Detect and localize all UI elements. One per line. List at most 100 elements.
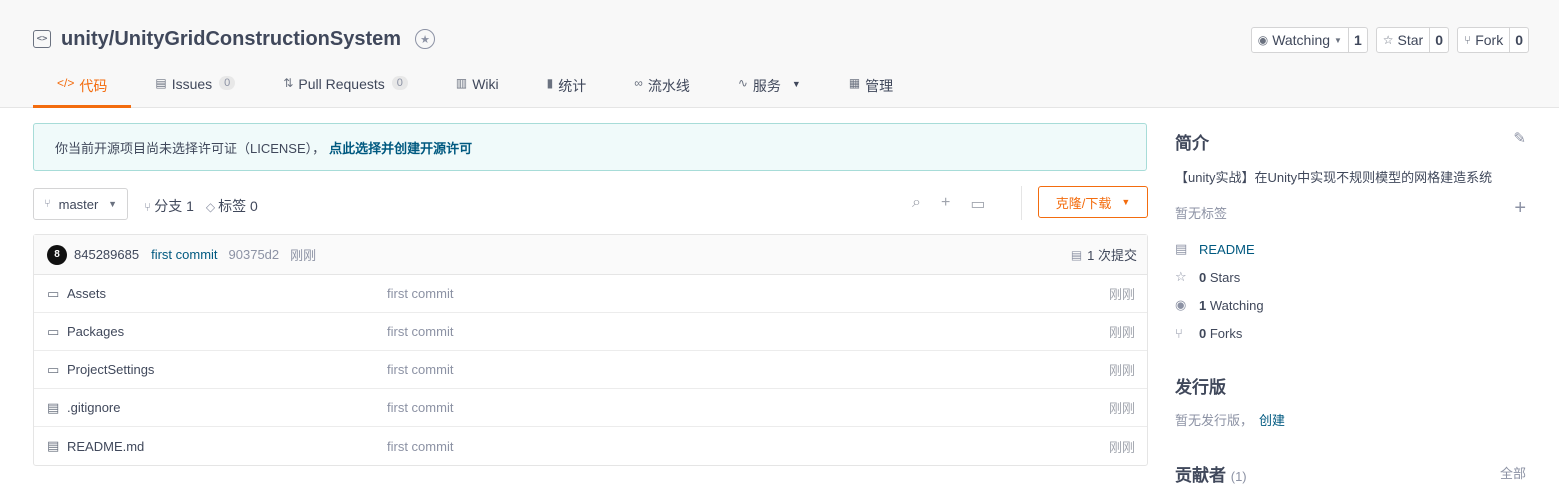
- tab-label: Wiki: [472, 76, 499, 92]
- watch-button[interactable]: ◉ Watching ▼ 1: [1250, 27, 1368, 53]
- all-contributors-link[interactable]: 全部: [1500, 463, 1526, 482]
- releases-text: 暂无发行版， 创建: [1175, 410, 1285, 429]
- forks-link[interactable]: ⑂ 0 Forks: [1175, 319, 1264, 347]
- code-repo-icon: <>: [33, 30, 51, 48]
- star-icon: ☆: [1382, 33, 1394, 47]
- commit-time: 刚刚: [290, 248, 317, 263]
- star-icon: ☆: [1175, 269, 1187, 284]
- file-icon: ▤: [1175, 241, 1188, 256]
- tab-pull-requests[interactable]: ⇅ Pull Requests 0: [259, 70, 432, 108]
- folder-icon: ▭: [47, 285, 60, 301]
- tab-label: Pull Requests: [298, 76, 385, 92]
- file-time: 刚刚: [1108, 363, 1135, 378]
- watch-count[interactable]: 1: [1349, 28, 1367, 52]
- contributors-count: (1): [1230, 469, 1247, 484]
- file-name-link[interactable]: ProjectSettings: [67, 362, 387, 377]
- tab-manage[interactable]: ▦ 管理: [825, 70, 917, 108]
- file-commit-message[interactable]: first commit: [387, 400, 453, 415]
- readme-link[interactable]: ▤ README: [1175, 235, 1264, 263]
- folder-icon: ▭: [47, 361, 60, 377]
- file-commit-message[interactable]: first commit: [387, 362, 453, 377]
- commit-message-link[interactable]: first commit: [151, 247, 217, 262]
- folder-icon: ▭: [47, 323, 60, 339]
- file-commit-message[interactable]: first commit: [387, 439, 453, 454]
- web-ide-icon[interactable]: ▭: [970, 194, 985, 214]
- forks-count: 0: [1199, 325, 1207, 341]
- table-row[interactable]: ▤ .gitignore first commit 刚刚: [34, 389, 1147, 427]
- create-release-link[interactable]: 创建: [1259, 413, 1285, 428]
- file-name-link[interactable]: .gitignore: [67, 400, 387, 415]
- repo-actions: ◉ Watching ▼ 1 ☆ Star 0 ⑂ Fork 0: [1250, 27, 1529, 53]
- pulse-icon: ∿: [737, 76, 748, 90]
- license-notice: 你当前开源项目尚未选择许可证（LICENSE）， 点此选择并创建开源许可: [33, 123, 1147, 171]
- caret-down-icon: ▼: [108, 199, 117, 209]
- stars-label: Stars: [1209, 269, 1241, 285]
- branches-label: 分支 1: [154, 198, 194, 214]
- watching-count: 1: [1199, 297, 1207, 313]
- fork-icon: ⑂: [1464, 33, 1472, 47]
- tab-pipeline[interactable]: ∞ 流水线: [610, 70, 714, 108]
- fork-count[interactable]: 0: [1510, 28, 1528, 52]
- branches-link[interactable]: ⑂ 分支 1: [144, 196, 194, 216]
- clone-label: 克隆/下载: [1055, 195, 1112, 211]
- repo-name-link[interactable]: unity/UnityGridConstructionSystem: [61, 28, 401, 51]
- eye-icon: ◉: [1257, 33, 1269, 47]
- fork-label: Fork: [1475, 32, 1504, 48]
- readme-label: README: [1199, 241, 1255, 257]
- recommend-badge-icon[interactable]: ★: [415, 29, 436, 49]
- tab-label: 服务: [752, 78, 781, 94]
- table-row[interactable]: ▤ README.md first commit 刚刚: [34, 427, 1147, 465]
- add-tag-icon[interactable]: +: [1514, 197, 1526, 220]
- commit-sha[interactable]: 90375d2: [229, 247, 280, 262]
- file-name-link[interactable]: Assets: [67, 286, 387, 301]
- file-table: 8 845289685 first commit 90375d2 刚刚 ▤ 1 …: [33, 234, 1148, 466]
- tab-issues[interactable]: ▤ Issues 0: [131, 70, 259, 108]
- tab-code[interactable]: </> 代码: [33, 70, 132, 108]
- book-icon: ▥: [455, 76, 468, 90]
- plus-icon[interactable]: +: [941, 194, 950, 214]
- commit-count-link[interactable]: ▤ 1 次提交: [1071, 245, 1137, 264]
- latest-commit: 8 845289685 first commit 90375d2 刚刚 ▤ 1 …: [34, 235, 1147, 275]
- file-time: 刚刚: [1108, 439, 1135, 455]
- search-icon[interactable]: ⌕: [912, 194, 921, 214]
- pull-request-icon: ⇅: [283, 76, 294, 90]
- create-license-link[interactable]: 点此选择并创建开源许可: [329, 138, 472, 157]
- avatar[interactable]: 8: [47, 244, 67, 265]
- divider: [1021, 186, 1022, 220]
- caret-down-icon: ▼: [1334, 35, 1342, 45]
- fork-button[interactable]: ⑂ Fork 0: [1457, 27, 1529, 53]
- star-button[interactable]: ☆ Star 0: [1375, 27, 1449, 53]
- tab-label: Issues: [171, 76, 213, 92]
- code-icon: </>: [57, 76, 75, 90]
- tab-label: 管理: [865, 78, 894, 94]
- tab-services[interactable]: ∿ 服务 ▼: [714, 70, 825, 108]
- tab-label: 统计: [558, 78, 587, 94]
- tab-count: 0: [219, 76, 236, 90]
- no-tags-text: 暂无标签: [1175, 206, 1228, 221]
- tab-stats[interactable]: ▮ 统计: [523, 70, 611, 108]
- file-commit-message[interactable]: first commit: [387, 324, 453, 339]
- file-name-link[interactable]: Packages: [67, 324, 387, 339]
- repo-meta: ⑂ 分支 1 ◇ 标签 0: [144, 196, 258, 216]
- manage-icon: ▦: [848, 76, 861, 90]
- edit-icon[interactable]: ✎: [1513, 129, 1526, 147]
- file-time: 刚刚: [1108, 325, 1135, 340]
- releases-heading: 发行版: [1175, 378, 1226, 397]
- table-row[interactable]: ▭ Assets first commit 刚刚: [34, 275, 1147, 313]
- issues-icon: ▤: [155, 76, 167, 90]
- tab-wiki[interactable]: ▥ Wiki: [432, 70, 523, 108]
- branch-select[interactable]: ⑂ master ▼: [33, 188, 128, 220]
- clone-download-button[interactable]: 克隆/下载 ▼: [1038, 186, 1148, 218]
- table-row[interactable]: ▭ ProjectSettings first commit 刚刚: [34, 351, 1147, 389]
- commit-author[interactable]: 845289685: [74, 247, 139, 262]
- table-row[interactable]: ▭ Packages first commit 刚刚: [34, 313, 1147, 351]
- stars-link[interactable]: ☆ 0 Stars: [1175, 263, 1264, 291]
- tab-label: 代码: [79, 78, 108, 94]
- file-name-link[interactable]: README.md: [67, 439, 387, 454]
- caret-down-icon: ▼: [1121, 197, 1131, 207]
- tags-link[interactable]: ◇ 标签 0: [206, 196, 258, 216]
- file-commit-message[interactable]: first commit: [387, 286, 453, 301]
- fork-icon: ⑂: [1175, 325, 1183, 341]
- watching-link[interactable]: ◉ 1 Watching: [1175, 291, 1264, 319]
- star-count[interactable]: 0: [1430, 28, 1448, 52]
